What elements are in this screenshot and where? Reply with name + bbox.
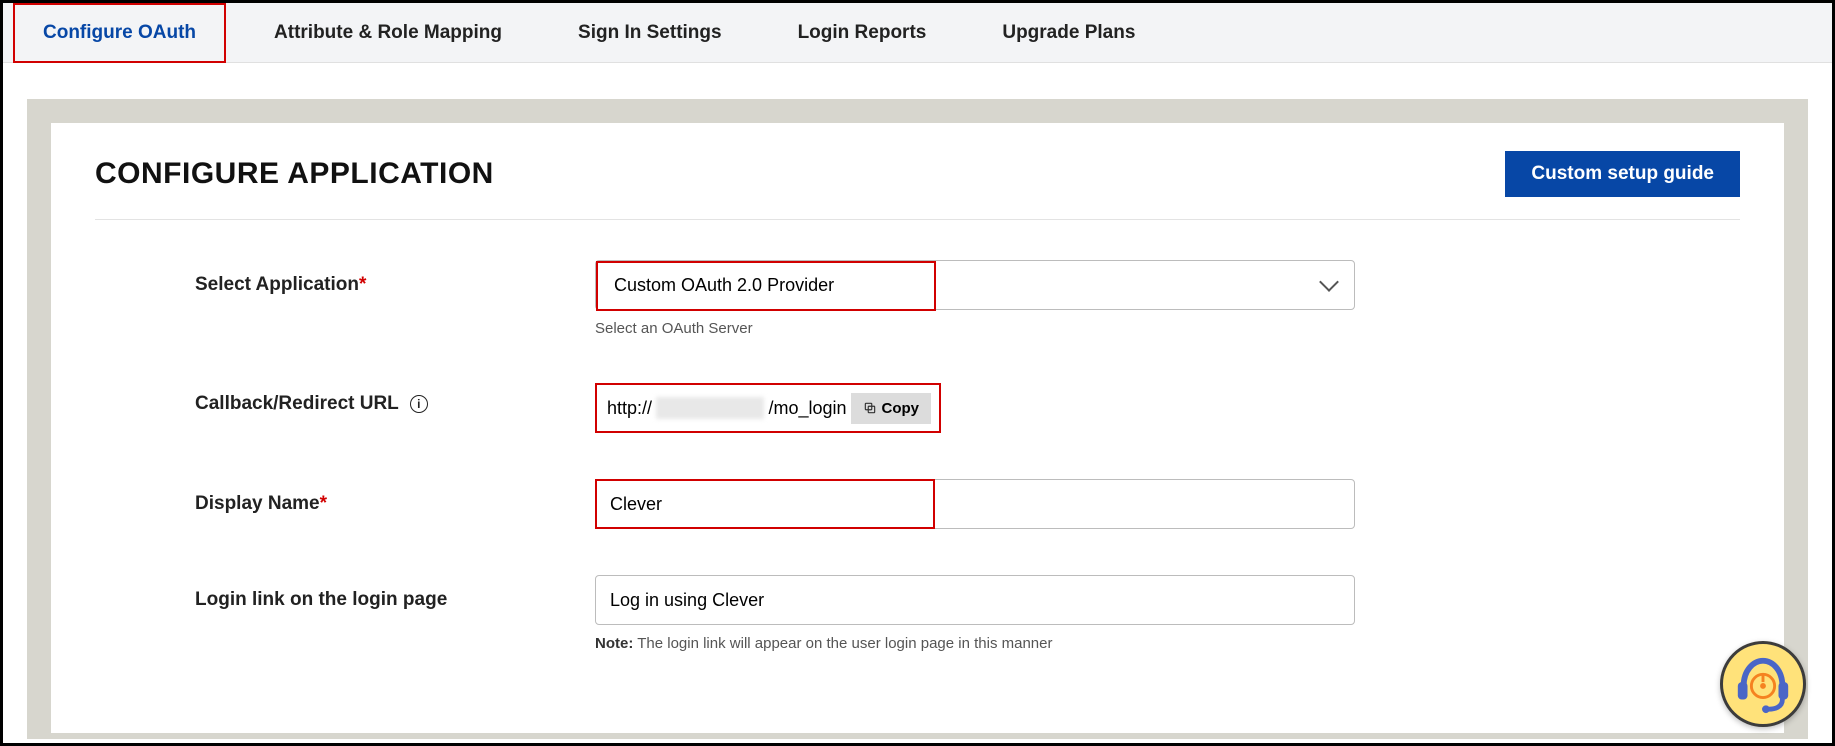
tab-configure-oauth[interactable]: Configure OAuth: [13, 3, 226, 63]
copy-button[interactable]: Copy: [851, 393, 932, 424]
row-display-name: Display Name*: [95, 479, 1740, 529]
row-callback-url: Callback/Redirect URL i http:// /mo_logi…: [95, 383, 1740, 433]
custom-setup-guide-button[interactable]: Custom setup guide: [1505, 151, 1740, 197]
row-login-link: Login link on the login page Note: The l…: [95, 575, 1740, 652]
select-application-value: Custom OAuth 2.0 Provider: [614, 275, 834, 296]
login-link-input[interactable]: [595, 575, 1355, 625]
login-link-note-bold: Note:: [595, 635, 633, 652]
label-select-application: Select Application*: [95, 260, 595, 296]
label-callback-url: Callback/Redirect URL i: [95, 383, 595, 415]
copy-button-label: Copy: [882, 400, 920, 417]
select-application-dropdown[interactable]: Custom OAuth 2.0 Provider: [595, 260, 1355, 310]
configure-application-panel: CONFIGURE APPLICATION Custom setup guide…: [51, 123, 1784, 733]
label-select-application-text: Select Application: [195, 274, 359, 295]
label-login-link: Login link on the login page: [95, 575, 595, 611]
callback-url-prefix: http://: [607, 398, 652, 419]
headset-icon: [1732, 653, 1794, 715]
tab-bar: Configure OAuth Attribute & Role Mapping…: [3, 3, 1832, 63]
content-outer: CONFIGURE APPLICATION Custom setup guide…: [27, 99, 1808, 739]
required-marker: *: [320, 493, 327, 514]
support-widget[interactable]: [1720, 641, 1806, 727]
label-display-name: Display Name*: [95, 479, 595, 515]
callback-url-box: http:// /mo_login Copy: [595, 383, 941, 433]
tab-attribute-role-mapping[interactable]: Attribute & Role Mapping: [246, 3, 530, 63]
callback-url-suffix: /mo_login: [768, 398, 846, 419]
tab-upgrade-plans[interactable]: Upgrade Plans: [974, 3, 1163, 63]
copy-icon: [863, 401, 877, 415]
row-select-application: Select Application* Custom OAuth 2.0 Pro…: [95, 260, 1740, 337]
login-link-note-text: The login link will appear on the user l…: [633, 635, 1052, 652]
info-icon[interactable]: i: [410, 395, 428, 413]
login-link-note: Note: The login link will appear on the …: [595, 635, 1740, 652]
select-application-helper: Select an OAuth Server: [595, 320, 1740, 337]
page-title: CONFIGURE APPLICATION: [95, 157, 494, 191]
label-display-name-text: Display Name: [195, 493, 320, 514]
tab-sign-in-settings[interactable]: Sign In Settings: [550, 3, 750, 63]
panel-header: CONFIGURE APPLICATION Custom setup guide: [95, 151, 1740, 220]
required-marker: *: [359, 274, 366, 295]
display-name-input[interactable]: [595, 479, 1355, 529]
tab-login-reports[interactable]: Login Reports: [770, 3, 955, 63]
label-callback-url-text: Callback/Redirect URL: [195, 393, 398, 414]
chevron-down-icon: [1319, 272, 1339, 292]
callback-url-redacted: [656, 397, 764, 419]
